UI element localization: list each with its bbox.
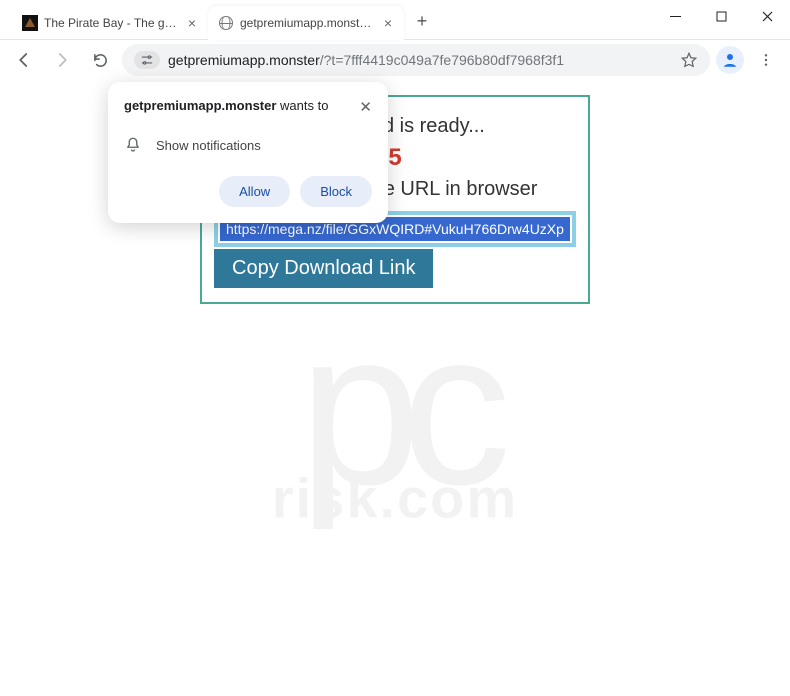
watermark-text: risk.com [272, 465, 518, 530]
permission-label: Show notifications [156, 138, 261, 153]
forward-button[interactable] [46, 44, 78, 76]
window-title-bar: The Pirate Bay - The galaxy's m × getpre… [0, 0, 790, 40]
new-tab-button[interactable]: + [408, 7, 436, 35]
notification-permission-popup: getpremiumapp.monster wants to ✕ Show no… [108, 82, 388, 223]
profile-button[interactable] [716, 46, 744, 74]
bell-icon [124, 136, 142, 154]
back-button[interactable] [8, 44, 40, 76]
bookmark-star-icon[interactable] [680, 51, 698, 69]
browser-toolbar: getpremiumapp.monster/?t=7fff4419c049a7f… [0, 40, 790, 80]
allow-button[interactable]: Allow [219, 176, 290, 207]
watermark: pc risk.com [272, 319, 518, 530]
dots-vertical-icon [758, 52, 774, 68]
permission-title: getpremiumapp.monster wants to [124, 98, 351, 113]
permission-item: Show notifications [124, 136, 372, 154]
tab-title: getpremiumapp.monster/?t=7f [240, 16, 376, 30]
reload-button[interactable] [84, 44, 116, 76]
person-icon [721, 51, 739, 69]
address-bar[interactable]: getpremiumapp.monster/?t=7fff4419c049a7f… [122, 44, 710, 76]
watermark-logo: pc [272, 319, 518, 495]
close-button[interactable] [744, 0, 790, 32]
tab-close-icon[interactable]: × [184, 15, 200, 31]
tab-close-icon[interactable]: × [380, 15, 396, 31]
pirate-ship-icon [22, 15, 38, 31]
close-icon[interactable]: ✕ [359, 98, 372, 116]
tab-piratebay[interactable]: The Pirate Bay - The galaxy's m × [12, 6, 208, 40]
copy-link-button[interactable]: Copy Download Link [214, 249, 433, 288]
address-host: getpremiumapp.monster/?t=7fff4419c049a7f… [168, 52, 564, 68]
tune-icon [140, 53, 154, 67]
minimize-button[interactable] [652, 0, 698, 32]
kebab-menu-button[interactable] [750, 44, 782, 76]
window-controls [652, 0, 790, 32]
tab-getpremiumapp[interactable]: getpremiumapp.monster/?t=7f × [208, 6, 404, 40]
maximize-button[interactable] [698, 0, 744, 32]
tab-title: The Pirate Bay - The galaxy's m [44, 16, 180, 30]
block-button[interactable]: Block [300, 176, 372, 207]
site-info-button[interactable] [134, 51, 160, 69]
globe-icon [218, 15, 234, 31]
